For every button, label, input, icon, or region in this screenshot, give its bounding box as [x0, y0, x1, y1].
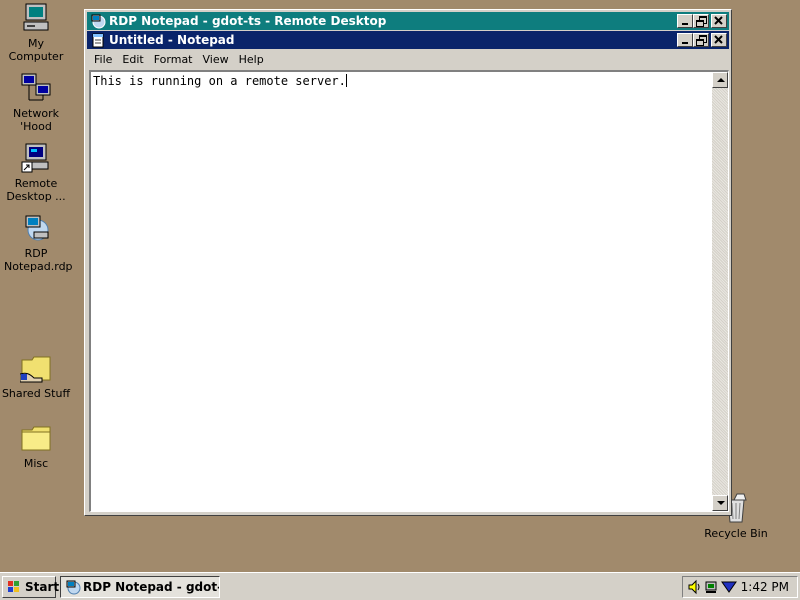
desktop-icon-remote-desktop[interactable]: Remote Desktop ... — [0, 142, 72, 203]
remote-desktop-icon — [65, 579, 81, 595]
minimize-icon — [682, 23, 688, 25]
menu-view[interactable]: View — [198, 51, 234, 69]
rdp-file-icon — [20, 212, 52, 244]
rdp-window-title: RDP Notepad - gdot-ts - Remote Desktop — [109, 14, 387, 28]
desktop-icon-label: RDP Notepad.rdp — [4, 247, 73, 273]
vertical-scrollbar[interactable] — [712, 72, 728, 511]
desktop-icon-label: Recycle Bin — [704, 527, 768, 540]
system-tray: 1:42 PM — [682, 576, 798, 598]
notepad-minimize-button[interactable] — [677, 33, 693, 47]
clock[interactable]: 1:42 PM — [741, 577, 789, 597]
arrow-down-icon[interactable] — [721, 579, 737, 595]
taskbar-button-label: RDP Notepad - gdot-t... — [83, 580, 219, 594]
arrow-up-icon — [717, 78, 725, 82]
close-icon — [714, 16, 723, 25]
scroll-up-button[interactable] — [712, 72, 728, 88]
notepad-window-controls — [677, 33, 727, 47]
speaker-icon[interactable] — [687, 579, 703, 595]
notepad-content[interactable]: This is running on a remote server. — [93, 74, 347, 88]
taskbar: Start RDP Notepad - gdot-t... — [0, 572, 800, 600]
desktop-icon-label: Remote Desktop ... — [6, 177, 66, 203]
network-icon — [20, 72, 52, 104]
notepad-text-area[interactable]: This is running on a remote server. — [89, 70, 729, 512]
desktop-icon-label: Shared Stuff — [1, 387, 71, 400]
desktop-icon-label: My Computer — [8, 37, 64, 63]
arrow-down-icon — [717, 501, 725, 505]
menu-help[interactable]: Help — [234, 51, 269, 69]
computer-icon — [20, 2, 52, 34]
minimize-icon — [682, 42, 688, 44]
restore-icon-front — [696, 39, 704, 46]
desktop-icon-misc[interactable]: Misc — [0, 422, 72, 470]
menu-file[interactable]: File — [89, 51, 117, 69]
rdp-restore-button[interactable] — [693, 14, 709, 28]
notepad-restore-button[interactable] — [693, 33, 709, 47]
remote-desktop-icon — [20, 142, 52, 174]
desktop-icon-rdp-notepad[interactable]: RDP Notepad.rdp — [0, 212, 73, 273]
scroll-down-button[interactable] — [712, 495, 728, 511]
rdp-window-controls — [677, 14, 727, 28]
start-button[interactable]: Start — [2, 576, 60, 598]
text-caret — [345, 74, 347, 87]
restore-icon-front — [696, 20, 704, 27]
notepad-content-text: This is running on a remote server. — [93, 74, 346, 88]
notepad-icon — [90, 32, 106, 48]
notepad-window-title: Untitled - Notepad — [109, 33, 235, 47]
desktop-icon-network-hood[interactable]: Network 'Hood — [0, 72, 72, 133]
desktop-icon-shared-stuff[interactable]: Shared Stuff — [0, 352, 72, 400]
folder-icon — [20, 422, 52, 454]
menu-edit[interactable]: Edit — [117, 51, 148, 69]
remote-desktop-icon — [90, 13, 106, 29]
notepad-titlebar[interactable]: Untitled - Notepad — [87, 31, 729, 49]
menu-format[interactable]: Format — [149, 51, 198, 69]
rdp-titlebar[interactable]: RDP Notepad - gdot-ts - Remote Desktop — [87, 12, 729, 30]
desktop-icon-my-computer[interactable]: My Computer — [0, 2, 72, 63]
network-status-icon[interactable] — [705, 579, 721, 595]
shared-folder-icon — [19, 352, 52, 384]
start-label: Start — [25, 580, 60, 594]
remote-desktop-window[interactable]: RDP Notepad - gdot-ts - Remote Desktop U… — [84, 9, 732, 516]
desktop-icon-label: Misc — [23, 457, 49, 470]
rdp-close-button[interactable] — [711, 14, 727, 28]
windows-logo-icon — [7, 580, 21, 594]
desktop-icon-label: Network 'Hood — [13, 107, 59, 133]
rdp-minimize-button[interactable] — [677, 14, 693, 28]
notepad-menubar: File Edit Format View Help — [89, 51, 729, 69]
taskbar-button-rdp-notepad[interactable]: RDP Notepad - gdot-t... — [60, 576, 220, 598]
notepad-close-button[interactable] — [711, 33, 727, 47]
close-icon — [714, 35, 723, 44]
